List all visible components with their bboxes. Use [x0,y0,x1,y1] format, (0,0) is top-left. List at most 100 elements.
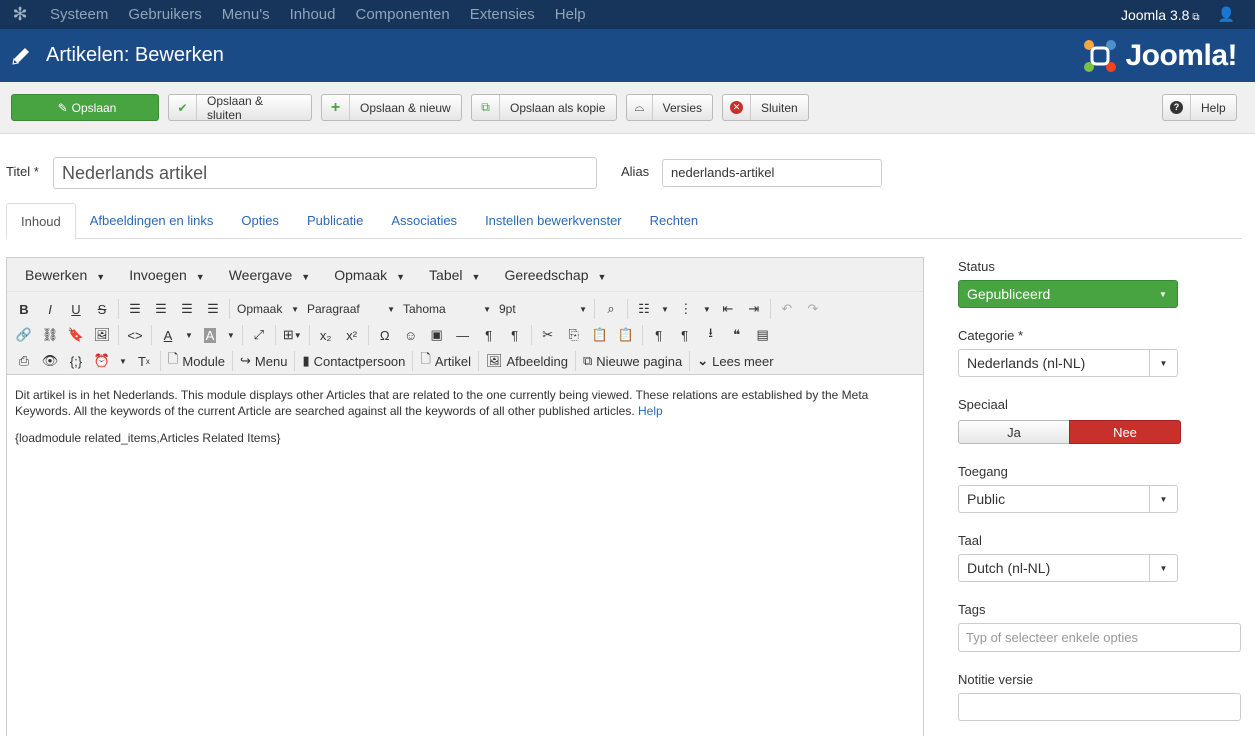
table-icon[interactable]: ⊞ ▼ [279,323,306,347]
emoticon-icon[interactable]: ☺ [398,323,424,347]
site-link[interactable]: Joomla 3.8 ⧉ [1121,7,1200,23]
subscript-icon[interactable]: x₂ [313,323,339,347]
media-icon[interactable]: ▣ [424,323,450,347]
user-icon[interactable]: 👤 [1218,6,1235,23]
preview-icon[interactable]: 👁 [37,349,63,373]
special-char-icon[interactable]: Ω [372,323,398,347]
pagebreak-button[interactable]: ⧉ Nieuwe pagina [579,349,686,373]
editor-menu-opmaak[interactable]: Opmaak ▼ [328,267,411,283]
background-color-icon[interactable]: A [197,323,223,347]
horizontal-rule-icon[interactable]: — [450,323,476,347]
find-replace-icon[interactable]: ⌕ [598,297,624,321]
blockquote-icon[interactable]: ❝ [724,323,750,347]
version-note-input[interactable] [958,693,1241,721]
align-right-icon[interactable]: ☰ [174,297,200,321]
editor-content-area[interactable]: Dit artikel is in het Nederlands. This m… [7,375,923,469]
menu-systeem[interactable]: Systeem [40,0,118,29]
link-icon[interactable]: 🔗 [11,323,37,347]
featured-no-button[interactable]: Nee [1069,420,1181,444]
code-sample-icon[interactable]: {;} [63,349,89,373]
align-justify-icon[interactable]: ☰ [200,297,226,321]
joomla-menu-icon[interactable]: ✻ [0,0,40,29]
menu-menus[interactable]: Menu's [212,0,280,29]
module-button[interactable]: 🗋 Module [164,349,229,373]
save-close-button[interactable]: ✔ Opslaan & sluiten [168,94,312,122]
tab-rechten[interactable]: Rechten [636,203,712,239]
print-icon[interactable]: ⎙ [11,349,37,373]
bold-icon[interactable]: B [11,297,37,321]
featured-yes-button[interactable]: Ja [958,420,1069,444]
align-left-icon[interactable]: ☰ [122,297,148,321]
template-icon[interactable]: ▤ [750,323,776,347]
outdent-icon[interactable]: ⇤ [715,297,741,321]
numbered-list-icon[interactable]: ⋮ [673,297,699,321]
menu-gebruikers[interactable]: Gebruikers [118,0,211,29]
cut-icon[interactable]: ✂ [535,323,561,347]
font-dropdown[interactable]: Tahoma ▼ [399,297,495,321]
language-select[interactable]: Dutch (nl-NL) ▼ [958,554,1178,582]
paste-icon[interactable]: 📋 [587,323,613,347]
paste-text-icon[interactable]: 📋 [613,323,639,347]
bullet-list-caret-icon[interactable]: ▼ [657,297,673,321]
strikethrough-icon[interactable]: S [89,297,115,321]
menu-button[interactable]: ↪ Menu [236,349,291,373]
save-copy-button[interactable]: ⧉ Opslaan als kopie [471,94,617,121]
text-color-caret-icon[interactable]: ▼ [181,323,197,347]
tab-afbeeldingen[interactable]: Afbeeldingen en links [76,203,228,239]
code-icon[interactable]: <> [122,323,148,347]
align-center-icon[interactable]: ☰ [148,297,174,321]
fullscreen-icon[interactable]: ⤢ [246,323,272,347]
superscript-icon[interactable]: x² [339,323,365,347]
datetime-icon[interactable]: ⏰ [89,349,115,373]
category-select[interactable]: Nederlands (nl-NL) ▼ [958,349,1178,377]
underline-icon[interactable]: U [63,297,89,321]
access-select[interactable]: Public ▼ [958,485,1178,513]
tab-associaties[interactable]: Associaties [377,203,471,239]
anchor-icon[interactable]: 🔖 [63,323,89,347]
size-dropdown[interactable]: 9pt ▼ [495,297,591,321]
tab-opties[interactable]: Opties [227,203,293,239]
help-link[interactable]: Help [638,404,663,418]
menu-help[interactable]: Help [545,0,596,29]
insert-icon[interactable]: ⭳ [698,323,724,347]
italic-icon[interactable]: I [37,297,63,321]
help-button[interactable]: ? Help [1162,94,1237,121]
tab-bewerkvenster[interactable]: Instellen bewerkvenster [471,203,636,239]
article-button[interactable]: 🗋 Artikel [416,349,475,373]
block-dropdown[interactable]: Paragraaf ▼ [303,297,399,321]
save-new-button[interactable]: + Opslaan & nieuw [321,94,462,121]
save-button[interactable]: ✎ Opslaan [11,94,159,121]
menu-inhoud[interactable]: Inhoud [280,0,346,29]
clear-format-icon[interactable]: Tx [131,349,157,373]
editor-menu-gereedschap[interactable]: Gereedschap ▼ [498,267,612,283]
copy-icon[interactable]: ⎘ [561,323,587,347]
ltr-icon[interactable]: ¶ [476,323,502,347]
editor-menu-weergave[interactable]: Weergave ▼ [223,267,316,283]
format-dropdown[interactable]: Opmaak ▼ [233,297,303,321]
background-color-caret-icon[interactable]: ▼ [223,323,239,347]
title-input[interactable]: Nederlands artikel [53,157,597,189]
versions-button[interactable]: ⌓ Versies [626,94,713,121]
alias-input[interactable]: nederlands-artikel [662,159,882,187]
tags-input[interactable]: Typ of selecteer enkele opties [958,623,1241,652]
datetime-caret-icon[interactable]: ▼ [115,349,131,373]
visual-blocks-icon[interactable]: ¶ [672,323,698,347]
image-button[interactable]: 🖼 Afbeelding [482,349,572,373]
image-icon[interactable]: 🖼 [89,323,115,347]
redo-icon[interactable]: ↷ [800,297,826,321]
editor-menu-bewerken[interactable]: Bewerken ▼ [19,267,111,283]
rtl-icon[interactable]: ¶ [502,323,528,347]
status-select[interactable]: Gepubliceerd ▼ [958,280,1178,308]
editor-menu-tabel[interactable]: Tabel ▼ [423,267,486,283]
unlink-icon[interactable]: ⛓ [37,323,63,347]
editor-menu-invoegen[interactable]: Invoegen ▼ [123,267,211,283]
menu-extensies[interactable]: Extensies [460,0,545,29]
tab-inhoud[interactable]: Inhoud [6,203,76,240]
undo-icon[interactable]: ↶ [774,297,800,321]
menu-componenten[interactable]: Componenten [346,0,460,29]
numbered-list-caret-icon[interactable]: ▼ [699,297,715,321]
tab-publicatie[interactable]: Publicatie [293,203,377,239]
readmore-button[interactable]: ⌄ Lees meer [693,349,777,373]
text-color-icon[interactable]: A [155,323,181,347]
indent-icon[interactable]: ⇥ [741,297,767,321]
